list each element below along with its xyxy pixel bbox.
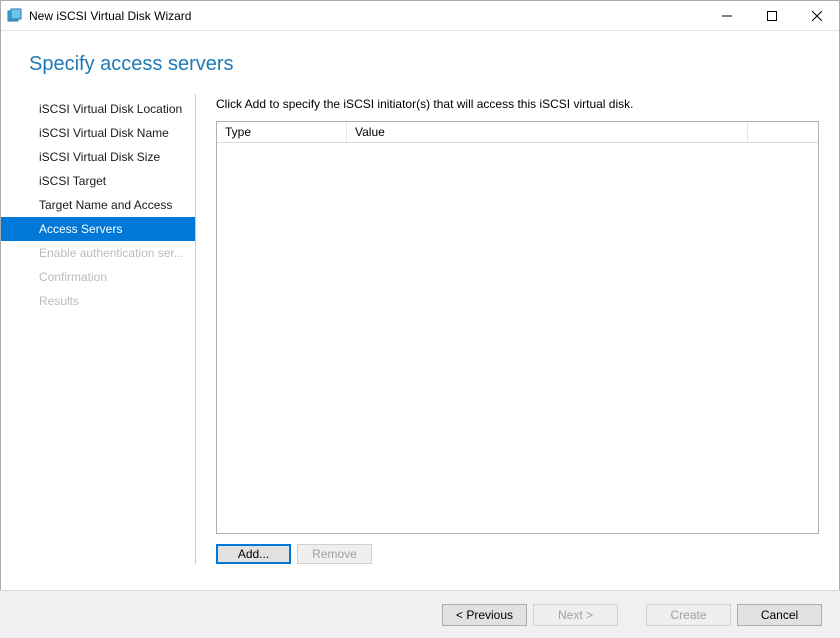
grid-body[interactable] [217,143,818,403]
page-header: Specify access servers [1,31,839,94]
step-disk-location[interactable]: iSCSI Virtual Disk Location [1,97,195,121]
step-confirmation: Confirmation [1,265,195,289]
step-enable-authentication: Enable authentication ser... [1,241,195,265]
initiators-grid[interactable]: Type Value [216,121,819,534]
column-header-value[interactable]: Value [347,122,748,142]
add-button[interactable]: Add... [216,544,291,564]
step-disk-size[interactable]: iSCSI Virtual Disk Size [1,145,195,169]
page-title: Specify access servers [29,53,839,76]
column-header-extra [748,122,818,142]
create-button: Create [646,604,731,626]
grid-header: Type Value [217,122,818,143]
wizard-steps-sidebar: iSCSI Virtual Disk Location iSCSI Virtua… [1,94,196,564]
column-header-type[interactable]: Type [217,122,347,142]
maximize-button[interactable] [749,1,794,30]
window-controls [704,1,839,30]
instruction-text: Click Add to specify the iSCSI initiator… [216,97,819,111]
cancel-button[interactable]: Cancel [737,604,822,626]
minimize-button[interactable] [704,1,749,30]
wizard-footer: < Previous Next > Create Cancel [0,590,840,638]
content-pane: Click Add to specify the iSCSI initiator… [216,94,819,564]
close-button[interactable] [794,1,839,30]
titlebar: New iSCSI Virtual Disk Wizard [1,1,839,31]
step-disk-name[interactable]: iSCSI Virtual Disk Name [1,121,195,145]
grid-buttons: Add... Remove [216,544,819,564]
step-access-servers[interactable]: Access Servers [1,217,195,241]
step-results: Results [1,289,195,313]
app-icon [7,8,23,24]
step-iscsi-target[interactable]: iSCSI Target [1,169,195,193]
window-title: New iSCSI Virtual Disk Wizard [29,9,191,23]
previous-button[interactable]: < Previous [442,604,527,626]
step-target-name-access[interactable]: Target Name and Access [1,193,195,217]
remove-button: Remove [297,544,372,564]
next-button: Next > [533,604,618,626]
